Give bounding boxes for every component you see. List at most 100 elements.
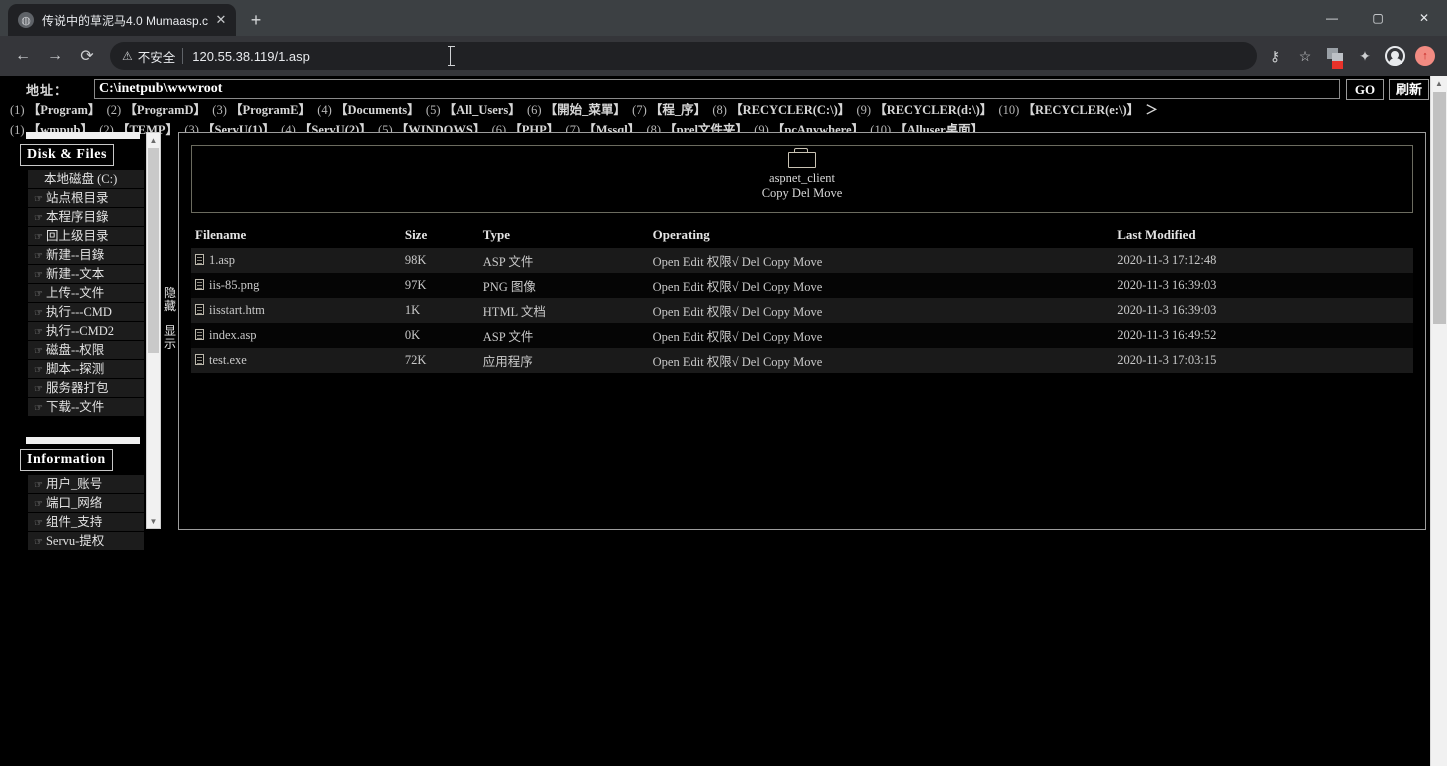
page-scroll-up-icon[interactable]: ▲ bbox=[1431, 76, 1447, 91]
cell-filename[interactable]: iisstart.htm bbox=[191, 298, 401, 323]
sidebar-item-disk-10[interactable]: ☞ 脚本--探测 bbox=[28, 360, 144, 378]
cell-last-modified: 2020-11-3 16:39:03 bbox=[1113, 298, 1413, 323]
password-key-icon[interactable]: ⚷ bbox=[1261, 42, 1289, 70]
table-row[interactable]: test.exe 72K 应用程序 Open Edit 权限√ Del Copy Mo… bbox=[191, 348, 1413, 373]
operation-links[interactable]: Open Edit 权限√ Del Copy Move bbox=[653, 330, 823, 344]
quick-link-row1-link[interactable]: 【RECYCLER(e:\)】 bbox=[1022, 103, 1139, 117]
filename-label[interactable]: iis-85.png bbox=[209, 278, 259, 292]
sidebar-item-disk-6[interactable]: ☞ 上传--文件 bbox=[28, 284, 144, 302]
browser-tab[interactable]: ◍ 传说中的草泥马4.0 Mumaasp.c ✕ bbox=[8, 4, 236, 36]
operation-links[interactable]: Open Edit 权限√ Del Copy Move bbox=[653, 280, 823, 294]
quick-link-row1-link[interactable]: 【程_序】 bbox=[650, 103, 706, 117]
table-row[interactable]: 1.asp 98K ASP 文件 Open Edit 权限√ Del Copy Mov… bbox=[191, 248, 1413, 273]
sidebar-item-disk-9[interactable]: ☞ 磁盘--权限 bbox=[28, 341, 144, 359]
cell-filename[interactable]: iis-85.png bbox=[191, 273, 401, 298]
sidebar-item-disk-label: 脚本--探测 bbox=[45, 362, 105, 376]
filename-label[interactable]: test.exe bbox=[209, 353, 247, 367]
sidebar-item-info-3[interactable]: ☞ Servu-提权 bbox=[28, 532, 144, 550]
quick-link-row1-link[interactable]: 【RECYCLER(d:\)】 bbox=[874, 103, 992, 117]
cell-operating[interactable]: Open Edit 权限√ Del Copy Move bbox=[648, 348, 1114, 373]
quick-link-row1-link[interactable]: 【ProgramD】 bbox=[124, 103, 206, 117]
toggle-show-button[interactable]: 显示 bbox=[163, 325, 177, 351]
cell-filename[interactable]: test.exe bbox=[191, 348, 401, 373]
filename-label[interactable]: 1.asp bbox=[209, 253, 235, 267]
operation-links[interactable]: Open Edit 权限√ Del Copy Move bbox=[653, 305, 823, 319]
page-scrollbar-thumb[interactable] bbox=[1433, 92, 1446, 324]
puzzle-icon[interactable]: ✦ bbox=[1351, 42, 1379, 70]
column-header-type: Type bbox=[482, 227, 510, 242]
quick-link-row1-link[interactable]: 【開始_菜單】 bbox=[545, 103, 626, 117]
sidebar-item-info-label: Servu-提权 bbox=[45, 534, 105, 548]
toggle-hide-button[interactable]: 隐藏 bbox=[163, 287, 177, 313]
quick-link-row1-link[interactable]: ＞ bbox=[1145, 103, 1158, 117]
maximize-icon[interactable]: ▢ bbox=[1355, 0, 1401, 36]
sidebar-item-info-2[interactable]: ☞ 组件_支持 bbox=[28, 513, 144, 531]
scroll-up-icon[interactable]: ▲ bbox=[147, 133, 160, 147]
folder-item[interactable]: aspnet_client Copy Del Move bbox=[722, 148, 882, 201]
scrollbar-thumb[interactable] bbox=[148, 148, 159, 353]
sidebar-item-disk-12[interactable]: ☞ 下载--文件 bbox=[28, 398, 144, 416]
quick-link-row1-link[interactable]: 【All_Users】 bbox=[444, 103, 521, 117]
sidebar-item-disk-0[interactable]: 本地磁盘 (C:) bbox=[28, 170, 144, 188]
sidebar-item-disk-1[interactable]: ☞ 站点根目录 bbox=[28, 189, 144, 207]
close-icon[interactable]: ✕ bbox=[212, 11, 230, 29]
sidebar-item-disk-label: 新建--文本 bbox=[45, 267, 105, 281]
page-scrollbar[interactable]: ▲ bbox=[1430, 76, 1447, 766]
refresh-button[interactable]: 刷新 bbox=[1388, 78, 1429, 100]
bookmark-star-icon[interactable]: ☆ bbox=[1291, 42, 1319, 70]
file-manager-panel: aspnet_client Copy Del Move Filename Siz… bbox=[178, 132, 1426, 530]
quick-link-row1-link[interactable]: 【Documents】 bbox=[335, 103, 420, 117]
sidebar-item-info-label: 组件_支持 bbox=[45, 515, 103, 529]
window-close-icon[interactable]: ✕ bbox=[1401, 0, 1447, 36]
security-label: 不安全 bbox=[137, 50, 176, 65]
folder-name[interactable]: aspnet_client bbox=[722, 171, 882, 186]
scroll-down-icon[interactable]: ▼ bbox=[147, 514, 160, 528]
sidebar-item-disk-8[interactable]: ☞ 执行--CMD2 bbox=[28, 322, 144, 340]
sidebar-item-info-1[interactable]: ☞ 端口_网络 bbox=[28, 494, 144, 512]
forward-icon[interactable]: → bbox=[40, 41, 70, 71]
sidebar-item-disk-7[interactable]: ☞ 执行---CMD bbox=[28, 303, 144, 321]
sidebar-item-disk-label: 回上级目录 bbox=[45, 229, 109, 243]
folder-icon bbox=[788, 148, 816, 168]
pointer-icon: ☞ bbox=[34, 384, 43, 395]
sidebar-item-disk-4[interactable]: ☞ 新建--目錄 bbox=[28, 246, 144, 264]
cell-operating[interactable]: Open Edit 权限√ Del Copy Move bbox=[648, 273, 1114, 298]
table-row[interactable]: index.asp 0K ASP 文件 Open Edit 权限√ Del Copy … bbox=[191, 323, 1413, 348]
folder-operations[interactable]: Copy Del Move bbox=[722, 186, 882, 201]
table-header-row: Filename Size Type Operating Last Modifi… bbox=[191, 227, 1413, 248]
pointer-icon: ☞ bbox=[34, 403, 43, 414]
extensions-icon[interactable] bbox=[1321, 42, 1349, 70]
reload-icon[interactable]: ⟳ bbox=[72, 41, 102, 71]
path-input[interactable] bbox=[94, 79, 1340, 99]
operation-links[interactable]: Open Edit 权限√ Del Copy Move bbox=[653, 355, 823, 369]
operation-links[interactable]: Open Edit 权限√ Del Copy Move bbox=[653, 255, 823, 269]
cell-operating[interactable]: Open Edit 权限√ Del Copy Move bbox=[648, 248, 1114, 273]
quick-link-row1-link[interactable]: 【RECYCLER(C:\)】 bbox=[730, 103, 850, 117]
cell-operating[interactable]: Open Edit 权限√ Del Copy Move bbox=[648, 298, 1114, 323]
cell-filename[interactable]: index.asp bbox=[191, 323, 401, 348]
table-row[interactable]: iisstart.htm 1K HTML 文档 Open Edit 权限√ Del C… bbox=[191, 298, 1413, 323]
sidebar-item-info-0[interactable]: ☞ 用户_账号 bbox=[28, 475, 144, 493]
filename-label[interactable]: index.asp bbox=[209, 328, 257, 342]
sidebar-item-disk-11[interactable]: ☞ 服务器打包 bbox=[28, 379, 144, 397]
quick-link-row1-link[interactable]: 【Program】 bbox=[28, 103, 101, 117]
sidebar-item-disk-3[interactable]: ☞ 回上级目录 bbox=[28, 227, 144, 245]
quick-link-row1-link[interactable]: 【ProgramE】 bbox=[230, 103, 311, 117]
address-bar[interactable]: ⚠ 不安全 120.55.38.119/1.asp bbox=[110, 42, 1257, 70]
update-icon[interactable]: ↑ bbox=[1411, 42, 1439, 70]
quick-link-row1-index: (9) bbox=[856, 103, 875, 117]
table-row[interactable]: iis-85.png 97K PNG 图像 Open Edit 权限√ Del Cop… bbox=[191, 273, 1413, 298]
cell-operating[interactable]: Open Edit 权限√ Del Copy Move bbox=[648, 323, 1114, 348]
sidebar-scrollbar[interactable]: ▲ ▼ bbox=[146, 132, 161, 529]
profile-avatar-icon[interactable] bbox=[1381, 42, 1409, 70]
sidebar-item-disk-2[interactable]: ☞ 本程序目錄 bbox=[28, 208, 144, 226]
sidebar: Disk & Files 本地磁盘 (C:) ☞ 站点根目录 ☞ 本程序目錄 ☞ 回上级目录… bbox=[10, 132, 144, 551]
new-tab-button[interactable]: + bbox=[242, 6, 270, 34]
minimize-icon[interactable]: — bbox=[1309, 0, 1355, 36]
filename-label[interactable]: iisstart.htm bbox=[209, 303, 265, 317]
cell-filename[interactable]: 1.asp bbox=[191, 248, 401, 273]
back-icon[interactable]: ← bbox=[8, 41, 38, 71]
folder-list: aspnet_client Copy Del Move bbox=[191, 145, 1413, 213]
sidebar-item-disk-5[interactable]: ☞ 新建--文本 bbox=[28, 265, 144, 283]
go-button[interactable]: GO bbox=[1345, 78, 1384, 100]
